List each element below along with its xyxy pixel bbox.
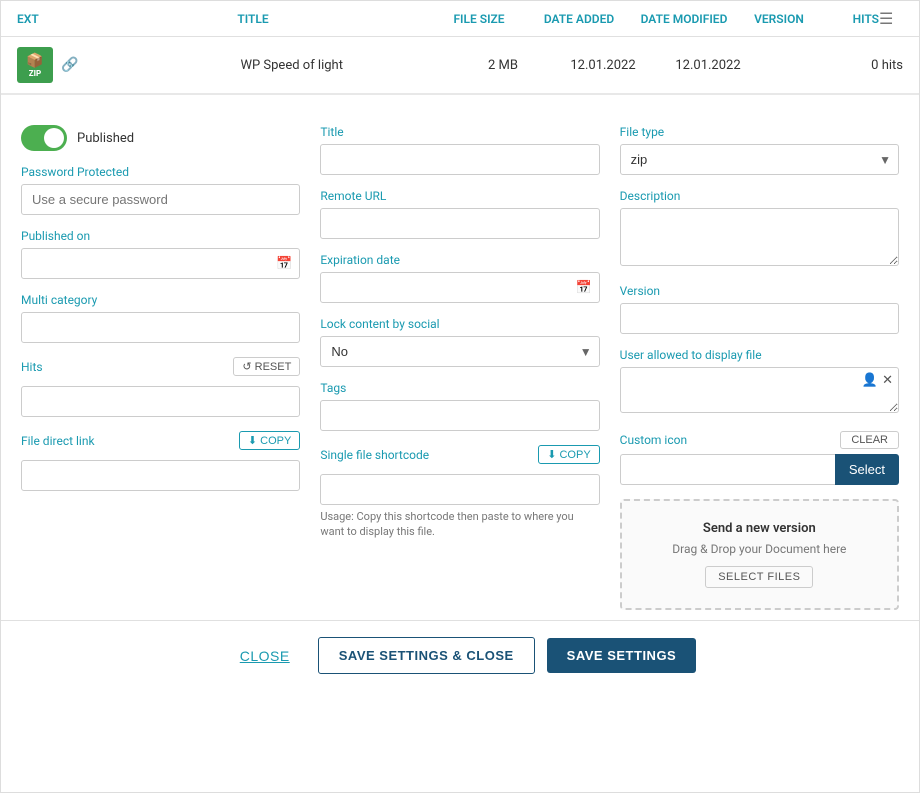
file-row-filesize: 2 MB <box>453 58 553 73</box>
select-file-button[interactable]: Select <box>835 454 899 485</box>
expiration-label: Expiration date <box>320 253 599 267</box>
save-close-button[interactable]: SAVE SETTINGS & CLOSE <box>318 637 535 674</box>
reset-button[interactable]: ↺ RESET <box>233 357 300 376</box>
hits-input[interactable]: 0 <box>21 386 300 417</box>
copy-shortcode-button[interactable]: ⬇ COPY <box>538 445 599 464</box>
col-header-dateadded: DATE ADDED <box>529 12 629 26</box>
password-label: Password Protected <box>21 165 300 179</box>
filter-icon[interactable]: ☰ <box>879 9 903 28</box>
multi-category-field: Multi category Additional categories <box>21 293 300 343</box>
clear-button[interactable]: CLEAR <box>840 431 899 449</box>
published-toggle[interactable] <box>21 125 67 151</box>
description-textarea[interactable] <box>620 208 899 266</box>
col-header-version: VERSION <box>739 12 819 26</box>
published-on-wrapper: January 12, 2022 7:17 am 📅 <box>21 248 300 279</box>
upload-area-title: Send a new version <box>642 521 877 536</box>
tags-input[interactable] <box>320 400 599 431</box>
published-on-input[interactable]: January 12, 2022 7:17 am <box>21 248 300 279</box>
col-header-hits: HITS <box>819 12 879 26</box>
multi-category-label: Multi category <box>21 293 300 307</box>
copy-direct-link-button[interactable]: ⬇ COPY <box>239 431 300 450</box>
remote-url-label: Remote URL <box>320 189 599 203</box>
file-row-datemodified: 12.01.2022 <box>653 58 763 73</box>
version-label: Version <box>620 284 899 298</box>
upload-area: Send a new version Drag & Drop your Docu… <box>620 499 899 610</box>
expiration-field: Expiration date 📅 <box>320 253 599 303</box>
file-direct-link-input[interactable]: com/download/325/new-category-3/2870/lig… <box>21 460 300 491</box>
filetype-select[interactable]: zip pdf doc <box>620 144 899 175</box>
lock-by-social-select-wrapper: No Yes ▼ <box>320 336 599 367</box>
file-row-dateadded: 12.01.2022 <box>553 58 653 73</box>
tags-label: Tags <box>320 381 599 395</box>
shortcode-usage-text: Usage: Copy this shortcode then paste to… <box>320 509 599 540</box>
save-button[interactable]: SAVE SETTINGS <box>547 638 697 673</box>
link-icon[interactable]: 🔗 <box>61 57 78 73</box>
tags-field: Tags <box>320 381 599 431</box>
multi-category-input[interactable]: Additional categories <box>21 312 300 343</box>
lock-by-social-select[interactable]: No Yes <box>320 336 599 367</box>
single-file-shortcode-label: Single file shortcode <box>320 448 429 462</box>
file-row-title: WP Speed of light <box>130 58 453 73</box>
description-label: Description <box>620 189 899 203</box>
user-allowed-textarea[interactable] <box>620 367 899 413</box>
user-allowed-field: User allowed to display file 👤 ✕ <box>620 348 899 417</box>
form-col-3: File type zip pdf doc ▼ Description <box>620 125 899 610</box>
remote-url-field: Remote URL https://downloads.wordpress.o… <box>320 189 599 239</box>
form-col-2: Title WP Speed of light Remote URL https… <box>320 125 599 610</box>
filetype-label: File type <box>620 125 899 139</box>
version-field: Version <box>620 284 899 334</box>
remove-user-icon[interactable]: ✕ <box>882 373 893 388</box>
version-input[interactable] <box>620 303 899 334</box>
expiration-calendar-icon[interactable]: 📅 <box>575 280 591 295</box>
password-input[interactable] <box>21 184 300 215</box>
user-icon: 👤 <box>862 373 878 388</box>
col-header-ext: EXT <box>17 12 77 26</box>
title-input[interactable]: WP Speed of light <box>320 144 599 175</box>
password-field: Password Protected <box>21 165 300 215</box>
published-label: Published <box>77 131 134 146</box>
form-col-1: Published Password Protected Published o… <box>21 125 300 610</box>
filetype-select-wrapper: zip pdf doc ▼ <box>620 144 899 175</box>
lock-by-social-label: Lock content by social <box>320 317 599 331</box>
remote-url-input[interactable]: https://downloads.wordpress.org/plugin/w… <box>320 208 599 239</box>
col-header-datemodified: DATE MODIFIED <box>629 12 739 26</box>
file-type-icon: 📦 ZIP <box>17 47 53 83</box>
select-files-button[interactable]: SELECT FILES <box>705 566 813 588</box>
single-file-shortcode-field: Single file shortcode ⬇ COPY [wpfd_singl… <box>320 445 599 540</box>
file-direct-link-label: File direct link <box>21 434 95 448</box>
calendar-icon[interactable]: 📅 <box>276 256 292 271</box>
custom-icon-label: Custom icon <box>620 433 687 447</box>
hits-label: Hits <box>21 360 43 374</box>
title-field: Title WP Speed of light <box>320 125 599 175</box>
description-field: Description <box>620 189 899 270</box>
expiration-wrapper: 📅 <box>320 272 599 303</box>
custom-icon-field: Custom icon CLEAR Select <box>620 431 899 485</box>
drag-drop-text: Drag & Drop your Document here <box>642 542 877 556</box>
lock-by-social-field: Lock content by social No Yes ▼ <box>320 317 599 367</box>
close-link-button[interactable]: CLOSE <box>224 640 306 672</box>
user-allowed-label: User allowed to display file <box>620 348 899 362</box>
title-label: Title <box>320 125 599 139</box>
file-row-hits: 0 hits <box>843 58 903 73</box>
expiration-input[interactable] <box>320 272 599 303</box>
footer-bar: CLOSE SAVE SETTINGS & CLOSE SAVE SETTING… <box>1 620 919 690</box>
published-field: Published <box>21 125 300 151</box>
col-header-filesize: FILE SIZE <box>429 12 529 26</box>
user-allowed-wrapper: 👤 ✕ <box>620 367 899 417</box>
published-on-field: Published on January 12, 2022 7:17 am 📅 <box>21 229 300 279</box>
custom-icon-input[interactable] <box>620 454 835 485</box>
filetype-field: File type zip pdf doc ▼ <box>620 125 899 175</box>
single-file-shortcode-input[interactable]: [wpfd_single_file id="2870" catid="325" … <box>320 474 599 505</box>
table-row: 📦 ZIP 🔗 WP Speed of light 2 MB 12.01.202… <box>1 37 919 94</box>
hits-field: Hits ↺ RESET 0 <box>21 357 300 417</box>
published-on-label: Published on <box>21 229 300 243</box>
col-header-title: TITLE <box>77 12 429 26</box>
file-direct-link-field: File direct link ⬇ COPY com/download/325… <box>21 431 300 491</box>
